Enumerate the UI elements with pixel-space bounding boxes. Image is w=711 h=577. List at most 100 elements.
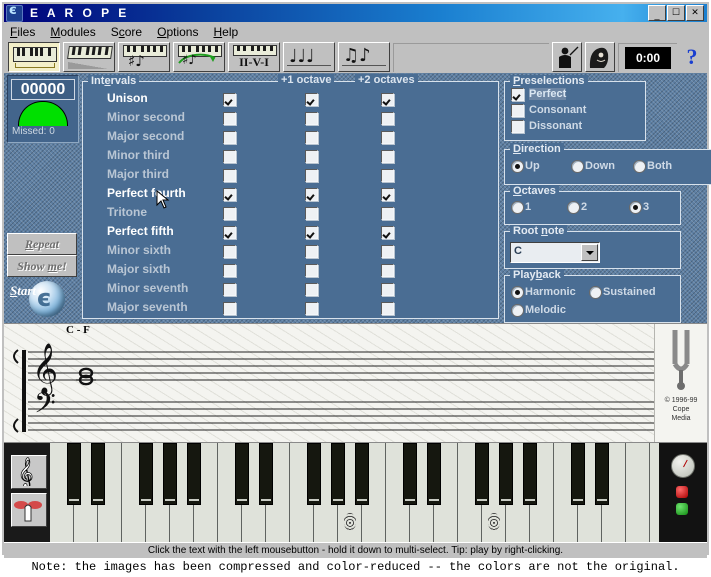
- direction-radio[interactable]: [511, 160, 524, 173]
- white-key[interactable]: [626, 443, 650, 543]
- maximize-button[interactable]: ☐: [667, 5, 685, 21]
- help-button[interactable]: ?: [681, 44, 703, 70]
- interval-row[interactable]: Minor third: [83, 147, 498, 166]
- interval-name[interactable]: Perfect fifth: [107, 224, 174, 238]
- interval-row[interactable]: Major third: [83, 166, 498, 185]
- black-key[interactable]: [475, 443, 489, 505]
- playback-radio[interactable]: [589, 286, 602, 299]
- menu-score[interactable]: Score: [111, 25, 142, 39]
- playback-radio[interactable]: [511, 286, 524, 299]
- playback-label[interactable]: Sustained: [603, 286, 656, 298]
- playback-radio[interactable]: [511, 304, 524, 317]
- black-key[interactable]: [67, 443, 81, 505]
- black-key[interactable]: [523, 443, 537, 505]
- preselection-checkbox[interactable]: [511, 120, 524, 133]
- black-key[interactable]: [187, 443, 201, 505]
- conductor-button[interactable]: [552, 42, 582, 72]
- interval-checkbox[interactable]: [381, 264, 394, 277]
- interval-row[interactable]: Major sixth: [83, 261, 498, 280]
- black-key[interactable]: [355, 443, 369, 505]
- interval-row[interactable]: Minor second: [83, 109, 498, 128]
- black-key[interactable]: [163, 443, 177, 505]
- black-key[interactable]: [403, 443, 417, 505]
- interval-checkbox[interactable]: [223, 264, 236, 277]
- interval-checkbox[interactable]: [305, 207, 318, 220]
- interval-name[interactable]: Tritone: [107, 205, 147, 219]
- interval-checkbox[interactable]: [223, 207, 236, 220]
- octave-radio[interactable]: [629, 201, 642, 214]
- black-key[interactable]: [91, 443, 105, 505]
- black-key[interactable]: [595, 443, 609, 505]
- interval-checkbox[interactable]: [305, 112, 318, 125]
- interval-checkbox[interactable]: [305, 245, 318, 258]
- start-button[interactable]: Start: [7, 279, 75, 319]
- interval-checkbox[interactable]: [305, 150, 318, 163]
- interval-checkbox[interactable]: [381, 112, 394, 125]
- preselection-checkbox[interactable]: [511, 88, 524, 101]
- cadence-module-button[interactable]: II-V-I: [228, 42, 280, 72]
- treble-clef-toggle-button[interactable]: 𝄞: [11, 455, 47, 489]
- interval-checkbox[interactable]: [305, 283, 318, 296]
- interval-name[interactable]: Minor third: [107, 148, 170, 162]
- interval-name[interactable]: Major sixth: [107, 262, 170, 276]
- interval-checkbox[interactable]: [223, 188, 236, 201]
- interval-checkbox[interactable]: [381, 131, 394, 144]
- interval-checkbox[interactable]: [305, 188, 318, 201]
- octave-label[interactable]: 3: [643, 201, 649, 213]
- interval-row[interactable]: Minor seventh: [83, 280, 498, 299]
- black-key[interactable]: [139, 443, 153, 505]
- direction-radio[interactable]: [633, 160, 646, 173]
- interval-name[interactable]: Minor second: [107, 110, 185, 124]
- preselection-label[interactable]: Perfect: [529, 88, 567, 100]
- rhythm-dictation-module-button[interactable]: ♫♪: [338, 42, 390, 72]
- interval-checkbox[interactable]: [381, 93, 394, 106]
- interval-row[interactable]: Major second: [83, 128, 498, 147]
- black-key[interactable]: [331, 443, 345, 505]
- menu-modules[interactable]: Modules: [50, 25, 95, 39]
- interval-checkbox[interactable]: [223, 131, 236, 144]
- intervals-module-button[interactable]: [8, 42, 60, 72]
- black-key[interactable]: [571, 443, 585, 505]
- interval-row[interactable]: Tritone: [83, 204, 498, 223]
- interval-row[interactable]: Major seventh: [83, 299, 498, 318]
- interval-checkbox[interactable]: [223, 169, 236, 182]
- octave-radio[interactable]: [511, 201, 524, 214]
- octave-radio[interactable]: [567, 201, 580, 214]
- interval-row[interactable]: Perfect fifth: [83, 223, 498, 242]
- interval-checkbox[interactable]: [305, 226, 318, 239]
- interval-name[interactable]: Major second: [107, 129, 184, 143]
- interval-checkbox[interactable]: [223, 150, 236, 163]
- interval-checkbox[interactable]: [305, 169, 318, 182]
- interval-name[interactable]: Major third: [107, 167, 169, 181]
- interval-checkbox[interactable]: [381, 283, 394, 296]
- black-key[interactable]: [427, 443, 441, 505]
- interval-checkbox[interactable]: [305, 93, 318, 106]
- interval-checkbox[interactable]: [223, 302, 236, 315]
- octave-label[interactable]: 1: [525, 201, 531, 213]
- chevron-down-icon[interactable]: [581, 244, 598, 261]
- repeat-button[interactable]: Repeat: [7, 233, 77, 255]
- interval-checkbox[interactable]: [381, 226, 394, 239]
- black-key[interactable]: [307, 443, 321, 505]
- interval-checkbox[interactable]: [223, 245, 236, 258]
- preselection-label[interactable]: Dissonant: [529, 120, 582, 132]
- interval-name[interactable]: Major seventh: [107, 300, 188, 314]
- piano-keys[interactable]: [50, 443, 659, 543]
- interval-checkbox[interactable]: [223, 112, 236, 125]
- black-key[interactable]: [259, 443, 273, 505]
- close-button[interactable]: ✕: [686, 5, 704, 21]
- interval-row[interactable]: Perfect fourth: [83, 185, 498, 204]
- direction-label[interactable]: Up: [525, 160, 540, 172]
- scales-module-button[interactable]: [63, 42, 115, 72]
- play-hand-button[interactable]: [11, 493, 47, 527]
- interval-checkbox[interactable]: [305, 264, 318, 277]
- playback-label[interactable]: Melodic: [525, 304, 566, 316]
- black-key[interactable]: [499, 443, 513, 505]
- interval-checkbox[interactable]: [381, 245, 394, 258]
- interval-checkbox[interactable]: [223, 283, 236, 296]
- direction-radio[interactable]: [571, 160, 584, 173]
- preselection-checkbox[interactable]: [511, 104, 524, 117]
- playback-label[interactable]: Harmonic: [525, 286, 576, 298]
- direction-label[interactable]: Both: [647, 160, 672, 172]
- preselection-label[interactable]: Consonant: [529, 104, 586, 116]
